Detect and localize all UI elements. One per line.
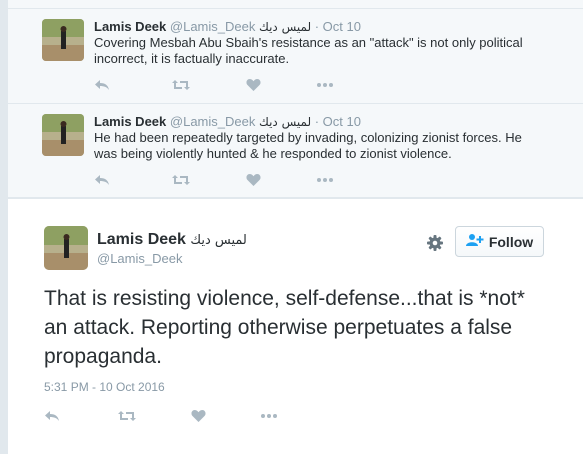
tweet-actions: [94, 173, 334, 189]
like-icon[interactable]: [246, 78, 261, 97]
tweet-actions: [44, 409, 284, 425]
more-icon[interactable]: [316, 173, 334, 192]
tweet-text: He had been repeatedly targeted by invad…: [94, 130, 522, 161]
reply-icon[interactable]: [44, 409, 60, 428]
follow-user-icon: [465, 233, 484, 250]
reply-header: Lamis Deek @Lamis_Deek لميس ديك · Oct 10: [94, 114, 361, 129]
more-icon[interactable]: [316, 78, 334, 97]
previous-tweet-edge: [8, 0, 583, 9]
avatar[interactable]: [44, 226, 88, 270]
follow-button[interactable]: Follow: [455, 226, 544, 257]
retweet-icon[interactable]: [172, 173, 190, 192]
user-name-arabic: لميس ديك: [258, 20, 312, 34]
reply-icon[interactable]: [94, 173, 110, 192]
reply-icon[interactable]: [94, 78, 110, 97]
tweet-text: That is resisting violence, self-defense…: [44, 287, 525, 368]
user-name[interactable]: Lamis Deek لميس ديك: [97, 231, 247, 249]
tweet-date[interactable]: · Oct 10: [315, 114, 361, 129]
more-icon[interactable]: [260, 409, 278, 428]
user-handle[interactable]: @Lamis_Deek: [170, 19, 255, 34]
tweet-date[interactable]: · Oct 10: [315, 19, 361, 34]
tweet-actions: [94, 78, 334, 94]
gear-icon[interactable]: [426, 234, 444, 252]
avatar[interactable]: [42, 19, 84, 61]
like-icon[interactable]: [246, 173, 261, 192]
user-handle[interactable]: @Lamis_Deek: [170, 114, 255, 129]
user-name[interactable]: Lamis Deek: [94, 19, 166, 34]
avatar[interactable]: [42, 114, 84, 156]
main-tweet: Lamis Deek لميس ديك @Lamis_Deek Follow T…: [8, 198, 583, 454]
tweet-timestamp[interactable]: 5:31 PM - 10 Oct 2016: [44, 380, 165, 394]
user-name-text[interactable]: Lamis Deek: [97, 231, 186, 248]
tweet-text: Covering Mesbah Abu Sbaih's resistance a…: [94, 35, 523, 66]
reply-header: Lamis Deek @Lamis_Deek لميس ديك · Oct 10: [94, 19, 361, 34]
retweet-icon[interactable]: [172, 78, 190, 97]
user-name-arabic: لميس ديك: [190, 233, 247, 248]
user-handle[interactable]: @Lamis_Deek: [97, 251, 182, 266]
retweet-icon[interactable]: [118, 409, 136, 428]
like-icon[interactable]: [191, 409, 206, 428]
user-name[interactable]: Lamis Deek: [94, 114, 166, 129]
reply-tweet[interactable]: Lamis Deek @Lamis_Deek لميس ديك · Oct 10…: [8, 9, 583, 104]
reply-tweet[interactable]: Lamis Deek @Lamis_Deek لميس ديك · Oct 10…: [8, 104, 583, 198]
follow-label: Follow: [488, 233, 534, 250]
user-name-arabic: لميس ديك: [258, 115, 312, 129]
conversation-panel: Lamis Deek @Lamis_Deek لميس ديك · Oct 10…: [7, 0, 583, 454]
